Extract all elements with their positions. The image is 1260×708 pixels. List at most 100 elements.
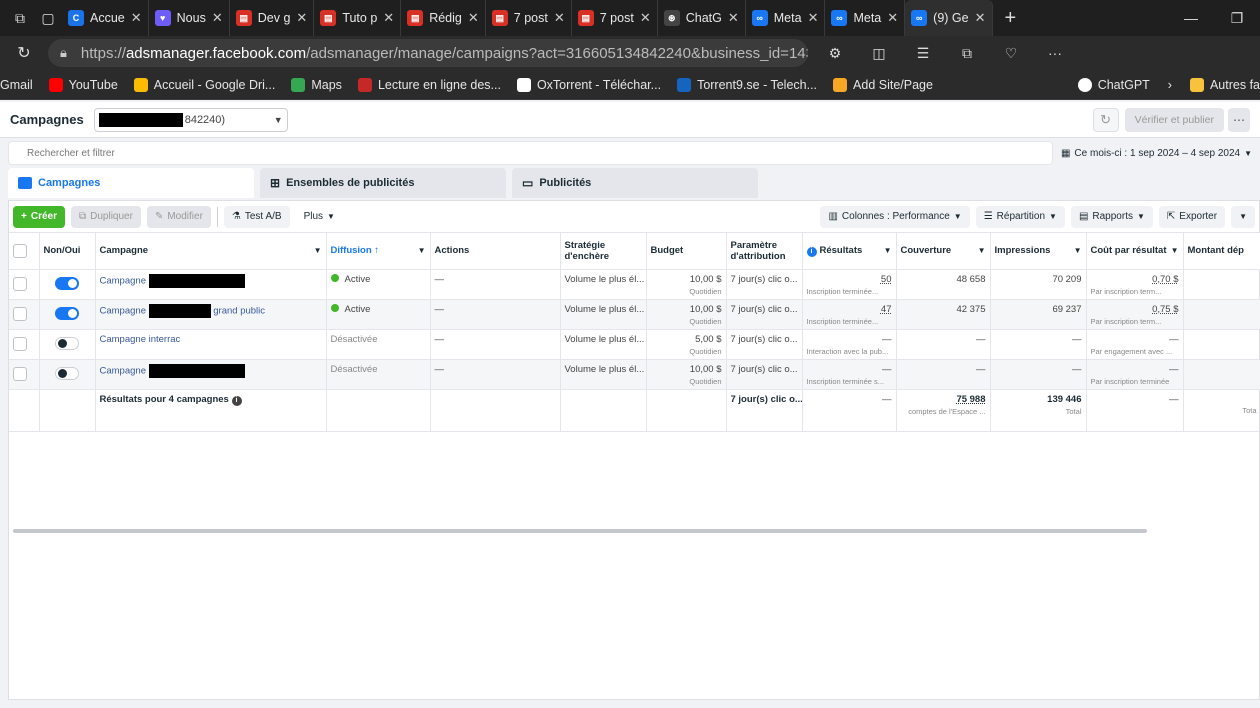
bookmark-item[interactable]: Gmail <box>0 78 33 92</box>
campaign-name-link[interactable]: Campagne <box>100 305 146 316</box>
table-row[interactable]: Campagne Désactivée — Volume le plus él...… <box>9 359 1260 390</box>
reports-button[interactable]: ▤ Rapports ▼ <box>1070 205 1153 228</box>
duplicate-button[interactable]: ⧉ Dupliquer <box>70 205 141 228</box>
browser-tab[interactable]: ▤ Dev g ✕ <box>230 0 315 36</box>
browser-tab[interactable]: ∞ Meta ✕ <box>746 0 826 36</box>
col-amount-spent[interactable]: Montant dép <box>1183 233 1260 270</box>
bookmark-item[interactable]: YouTube <box>48 77 118 92</box>
close-tab-icon[interactable]: ✕ <box>554 10 565 26</box>
budget-value[interactable]: 10,00 $ <box>690 364 722 375</box>
close-tab-icon[interactable]: ✕ <box>808 10 819 26</box>
more-button[interactable]: Plus ▼ <box>296 206 343 228</box>
minimize-button[interactable]: — <box>1168 10 1214 27</box>
review-publish-button[interactable]: Vérifier et publier <box>1124 107 1224 132</box>
row-checkbox[interactable] <box>13 336 27 351</box>
close-tab-icon[interactable]: ✕ <box>640 10 651 26</box>
browser-tab[interactable]: ∞ (9) Ge ✕ <box>905 0 993 36</box>
export-button[interactable]: ⇱ Exporter <box>1158 205 1226 228</box>
account-selector[interactable]: 842240) ▼ <box>93 107 288 132</box>
col-cost-per-result[interactable]: Coût par résultat ▼ <box>1086 233 1184 270</box>
edit-button[interactable]: ✎ Modifier <box>146 205 211 228</box>
info-icon[interactable]: i <box>231 395 242 406</box>
tab-actions-icon[interactable]: ▢ <box>34 0 62 36</box>
row-checkbox[interactable] <box>13 276 27 291</box>
bookmark-item[interactable]: Accueil - Google Dri... <box>133 77 275 92</box>
col-impressions[interactable]: Impressions ▼ <box>990 233 1087 270</box>
bookmark-item[interactable]: Add Site/Page <box>833 77 933 92</box>
close-tab-icon[interactable]: ✕ <box>212 10 223 26</box>
extensions-icon[interactable]: ⚙ <box>818 45 852 62</box>
col-budget[interactable]: Budget <box>646 233 727 270</box>
new-tab-button[interactable]: + <box>993 7 1029 30</box>
browser-tab[interactable]: ▤ Tuto p ✕ <box>314 0 402 36</box>
row-checkbox[interactable] <box>13 306 27 321</box>
campaign-toggle[interactable] <box>55 276 79 290</box>
select-all-checkbox[interactable] <box>13 243 27 258</box>
col-reach[interactable]: Couverture ▼ <box>896 233 991 270</box>
ab-test-button[interactable]: ⚗ Test A/B <box>223 205 290 228</box>
chevron-right-icon[interactable]: › <box>1168 78 1172 92</box>
refresh-icon[interactable]: ↻ <box>1092 107 1119 132</box>
bookmark-other-folder[interactable]: Autres fa <box>1189 77 1260 92</box>
favorites-icon[interactable]: ☰ <box>906 45 940 62</box>
campaign-name-suffix[interactable]: grand public <box>213 305 265 316</box>
tab-campaigns[interactable]: Campagnes <box>8 168 254 198</box>
close-tab-icon[interactable]: ✕ <box>468 10 479 26</box>
close-tab-icon[interactable]: ✕ <box>975 10 986 26</box>
campaign-name-link[interactable]: Campagne <box>100 365 146 376</box>
browser-tab[interactable]: ▤ 7 post ✕ <box>572 0 658 36</box>
col-attribution[interactable]: Paramètre d'attribution <box>726 233 803 270</box>
browser-tab[interactable]: ▤ Rédig ✕ <box>401 0 486 36</box>
table-row[interactable]: Campagne grand public Active — Volume le pl… <box>9 299 1260 330</box>
bookmark-chatgpt[interactable]: ChatGPT <box>1077 77 1150 92</box>
workspaces-icon[interactable]: ⧉ <box>6 0 34 36</box>
search-input[interactable]: Rechercher et filtrer <box>8 141 1053 165</box>
close-tab-icon[interactable]: ✕ <box>887 10 898 26</box>
breakdown-button[interactable]: ☰ Répartition ▼ <box>975 205 1065 228</box>
campaign-name-link[interactable]: Campagne <box>100 275 146 286</box>
columns-button[interactable]: ▥ Colonnes : Performance ▼ <box>820 205 970 228</box>
toolbar-more-dropdown[interactable]: ▼ <box>1231 205 1255 228</box>
more-options-icon[interactable]: ⋯ <box>1228 107 1250 132</box>
url-field[interactable]: 🔒︎ https://adsmanager.facebook.com/adsma… <box>48 39 808 67</box>
settings-more-icon[interactable]: ··· <box>1038 45 1072 61</box>
budget-value[interactable]: 10,00 $ <box>690 304 722 315</box>
bookmark-item[interactable]: OxTorrent - Téléchar... <box>516 77 661 92</box>
table-row[interactable]: Campagne Active — Volume le plus él... 10,0… <box>9 269 1260 300</box>
refresh-icon[interactable]: ↻ <box>10 43 38 63</box>
close-tab-icon[interactable]: ✕ <box>296 10 307 26</box>
browser-tab[interactable]: ▤ 7 post ✕ <box>486 0 572 36</box>
col-campaign[interactable]: Campagne ▼ <box>95 233 327 270</box>
bookmark-item[interactable]: Torrent9.se - Telech... <box>677 77 817 92</box>
browser-tab[interactable]: ∞ Meta ✕ <box>825 0 906 36</box>
date-range-picker[interactable]: ▦ Ce mois-ci : 1 sep 2024 – 4 sep 2024 ▼ <box>1061 148 1252 159</box>
campaign-name-link[interactable]: Campagne interrac <box>100 334 181 345</box>
budget-value[interactable]: 5,00 $ <box>695 334 721 345</box>
tab-ads[interactable]: ▭ Publicités <box>512 168 758 198</box>
split-screen-icon[interactable]: ◫ <box>862 45 896 62</box>
campaign-toggle[interactable] <box>55 366 79 380</box>
close-tab-icon[interactable]: ✕ <box>383 10 394 26</box>
col-bid-strategy[interactable]: Stratégie d'enchère <box>560 233 647 270</box>
col-results[interactable]: i Résultats ▼ <box>802 233 897 270</box>
close-tab-icon[interactable]: ✕ <box>131 10 142 26</box>
create-button[interactable]: + Créer <box>13 205 65 228</box>
browser-tab[interactable]: ♥ Nous ✕ <box>149 0 230 36</box>
campaign-toggle[interactable] <box>55 306 79 320</box>
collections-icon[interactable]: ⧉ <box>950 45 984 62</box>
bookmark-item[interactable]: Lecture en ligne des... <box>357 77 501 92</box>
col-delivery[interactable]: Diffusion ↑ ▼ <box>326 233 431 270</box>
table-row[interactable]: Campagne interrac Désactivée — Volume le pl… <box>9 329 1260 360</box>
performance-icon[interactable]: ♡ <box>994 45 1028 62</box>
horizontal-scrollbar[interactable] <box>13 529 1147 533</box>
bookmark-item[interactable]: Maps <box>291 77 342 92</box>
browser-tab[interactable]: ⊛ ChatG ✕ <box>658 0 746 36</box>
close-tab-icon[interactable]: ✕ <box>728 10 739 26</box>
budget-value[interactable]: 10,00 $ <box>690 274 722 285</box>
tab-adsets[interactable]: ⊞ Ensembles de publicités <box>260 168 506 198</box>
col-actions[interactable]: Actions <box>430 233 561 270</box>
campaign-toggle[interactable] <box>55 336 79 350</box>
row-checkbox[interactable] <box>13 366 27 381</box>
restore-button[interactable]: ❐ <box>1214 10 1260 27</box>
browser-tab[interactable]: C Accue ✕ <box>62 0 149 36</box>
